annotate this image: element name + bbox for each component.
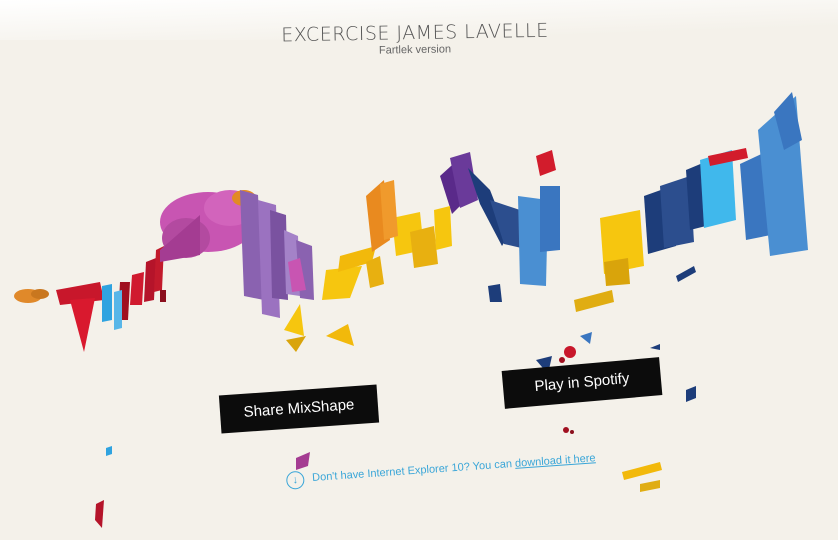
shape-blue [114, 290, 122, 330]
shape-yellow [322, 266, 362, 300]
shape-blue [580, 332, 592, 344]
shape-blue [106, 446, 112, 456]
shape-red [144, 258, 156, 302]
shape-yellow [604, 258, 630, 286]
download-icon: ↓ [285, 470, 305, 490]
shape-blue [540, 186, 560, 252]
mixshape-visualization [14, 92, 808, 528]
shape-red-dot [564, 346, 576, 358]
shape-yellow [640, 480, 660, 492]
shape-blue [488, 284, 502, 302]
download-link[interactable]: download it here [515, 452, 596, 470]
shape-group-orange-start [14, 289, 49, 303]
shape-yellow [286, 336, 306, 352]
shape-red [70, 298, 95, 352]
shape-blue [102, 284, 112, 322]
shape-group-orange-right [366, 180, 398, 252]
shape-red-dot [563, 427, 569, 433]
shape-yellow [434, 206, 452, 250]
shape-group-blue-right [644, 92, 808, 402]
shape-group-light-blue-left [102, 284, 122, 456]
shape-yellow [574, 290, 614, 312]
shape-blue [650, 344, 660, 350]
shape-red-dot [570, 430, 574, 434]
shape-red [95, 500, 104, 528]
shape-yellow [622, 462, 662, 480]
shape-red-dot [559, 357, 565, 363]
shape-yellow [284, 304, 304, 336]
shape-yellow [326, 324, 354, 346]
shape-red [536, 150, 556, 176]
shape-red [160, 290, 166, 302]
shape-blue [676, 266, 696, 282]
shape-blue [686, 386, 696, 402]
shape-orange-blob [31, 289, 49, 299]
shape-yellow [410, 226, 438, 268]
shape-red [130, 272, 144, 305]
